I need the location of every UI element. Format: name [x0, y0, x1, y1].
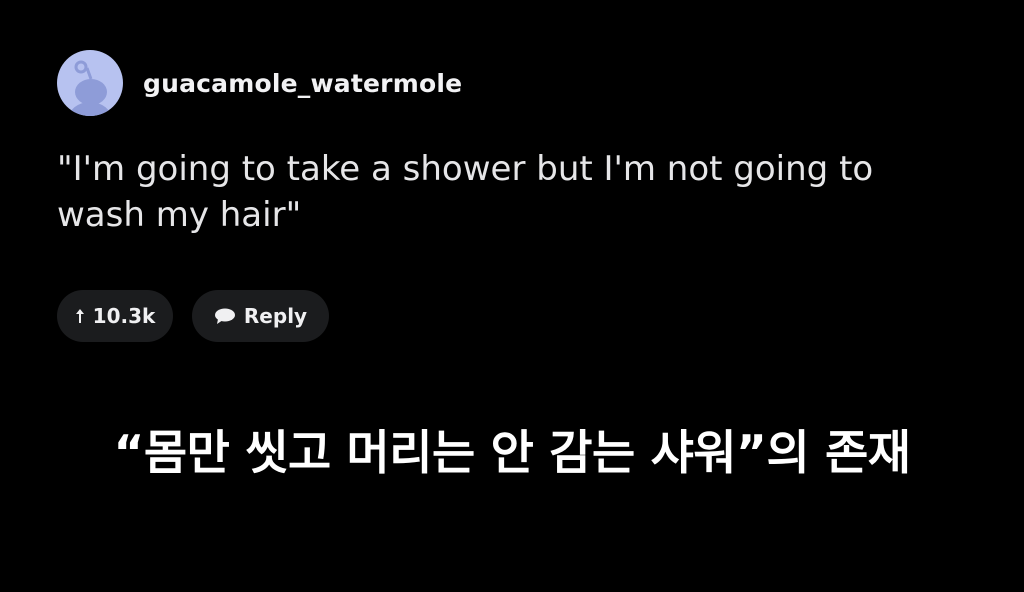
avatar[interactable] [57, 50, 123, 116]
comment-text: "I'm going to take a shower but I'm not … [57, 149, 874, 235]
comment-actions: 10.3k Reply [57, 290, 957, 342]
comment-header: guacamole_watermole [57, 50, 957, 116]
caption-subtitle: “몸만 씻고 머리는 안 감는 샤워”의 존재 [113, 426, 911, 481]
speech-bubble-icon [214, 307, 236, 325]
upvote-button[interactable]: 10.3k [57, 290, 173, 342]
username[interactable]: guacamole_watermole [143, 69, 462, 98]
reply-button[interactable]: Reply [192, 290, 329, 342]
upvote-count: 10.3k [92, 304, 156, 328]
upvote-arrow-icon [75, 308, 85, 324]
comment-card: guacamole_watermole "I'm going to take a… [57, 50, 957, 342]
reddit-snoo-avatar-icon [68, 60, 112, 116]
reply-label: Reply [243, 304, 308, 328]
